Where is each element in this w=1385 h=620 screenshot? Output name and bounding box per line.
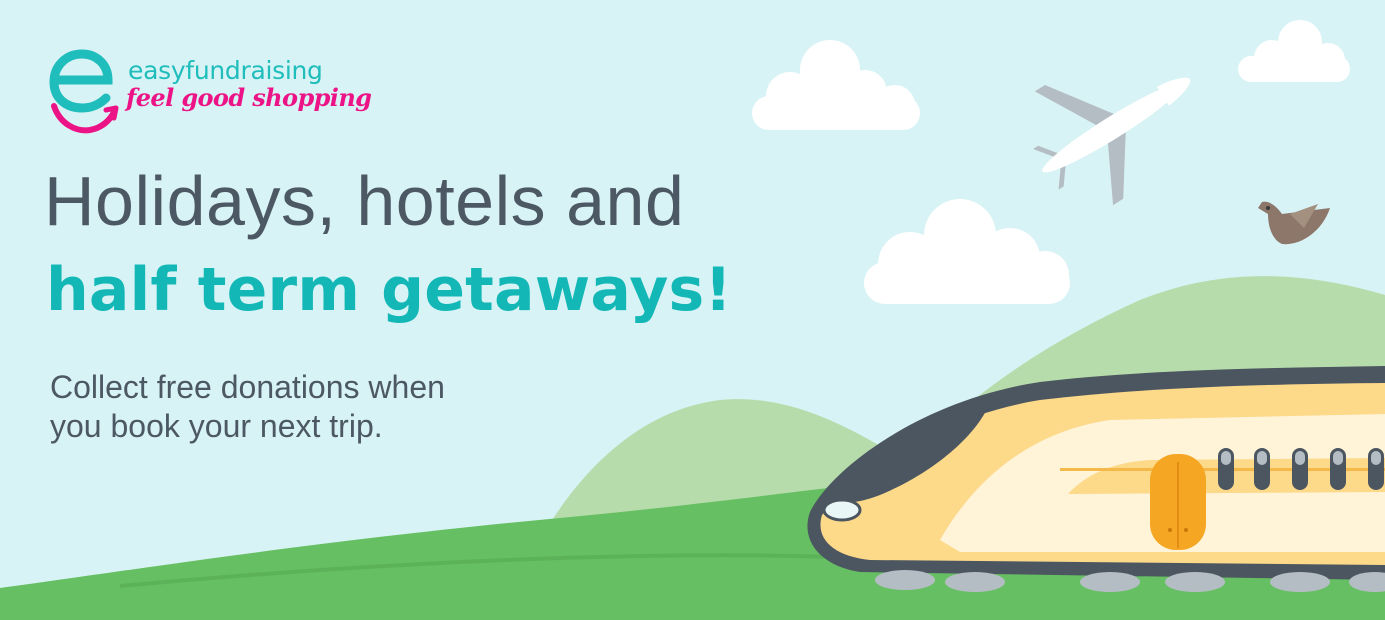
headline-primary: Holidays, hotels and xyxy=(44,162,685,240)
train-headlight xyxy=(822,498,862,522)
cloud-icon xyxy=(1238,20,1350,82)
headline-highlight: half term getaways! xyxy=(46,255,733,325)
subtext: Collect free donations when you book you… xyxy=(50,368,650,446)
brand-logo[interactable]: easyfundraising feel good shopping xyxy=(46,46,426,138)
subtext-line-2: you book your next trip. xyxy=(50,408,383,444)
brand-tagline: feel good shopping xyxy=(126,83,372,112)
subtext-line-1: Collect free donations when xyxy=(50,369,445,405)
cloud-icon xyxy=(864,199,1070,304)
bird-icon xyxy=(1258,201,1330,245)
airplane-icon xyxy=(1033,77,1191,206)
cloud-icon xyxy=(752,40,920,130)
train-icon xyxy=(807,366,1385,592)
promo-banner[interactable]: easyfundraising feel good shopping Holid… xyxy=(0,0,1385,620)
easyfundraising-logo-icon xyxy=(49,49,119,134)
brand-name: easyfundraising xyxy=(128,56,323,85)
